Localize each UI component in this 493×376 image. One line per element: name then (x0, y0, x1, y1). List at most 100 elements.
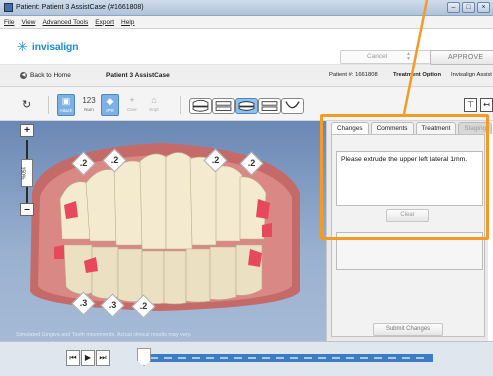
updown-arrows-icon: ▲ ▼ (406, 51, 411, 62)
maximize-button[interactable]: □ (462, 2, 475, 13)
stage-marker (234, 357, 242, 359)
numbering-tool[interactable]: 123 Num (80, 94, 98, 116)
panel-toggle-icon: ↤ (483, 100, 490, 109)
stage-marker (164, 357, 172, 359)
comment-textarea[interactable]: Please extrude the upper left lateral 1m… (336, 151, 483, 206)
ipr-value: .3 (79, 298, 88, 308)
approve-button[interactable]: APPROVE (430, 50, 493, 65)
playback-controls: ⏮ ▶ ⏭ (66, 350, 110, 366)
endpoint-label: Enpt (149, 107, 159, 112)
tab-treatment[interactable]: Treatment (415, 122, 457, 134)
ipr-value: .2 (211, 155, 220, 165)
submit-changes-button[interactable]: Submit Changes (373, 323, 443, 336)
front-view-icon (192, 99, 209, 112)
stage-marker (374, 357, 382, 359)
3d-viewport[interactable]: + 150% – .2 .2 .2 .2 .3 .3 .2 Simulated … (0, 121, 327, 341)
menu-bar: File View Advanced Tools Export Help (0, 16, 493, 29)
panel-toggle-button[interactable]: ↤ (480, 98, 493, 112)
patient-number: Patient #: 1661808 (329, 72, 378, 78)
stage-marker (416, 357, 424, 359)
lower-arch-view-button[interactable] (281, 98, 304, 114)
stage-marker (332, 357, 340, 359)
back-to-home-label: Back to Home (30, 72, 71, 79)
zoom-in-button[interactable]: + (20, 124, 34, 137)
toolbar-separator (48, 96, 49, 114)
zoom-slider-handle[interactable]: 150% (19, 159, 33, 187)
menu-help[interactable]: Help (121, 19, 134, 26)
menu-advanced-tools[interactable]: Advanced Tools (42, 19, 88, 26)
split-view-icon: ⊤ (467, 100, 474, 109)
zoom-level: 150% (19, 166, 26, 180)
dental-model-render (30, 143, 300, 311)
zoom-out-button[interactable]: – (20, 203, 34, 216)
menu-file[interactable]: File (4, 19, 14, 26)
back-to-home-link[interactable]: ◀ Back to Home (20, 72, 71, 79)
treatment-option-link[interactable]: Treatment Option (393, 72, 441, 78)
brand-bar: ✳ invisalign Cancel ▲ ▼ APPROVE (0, 29, 493, 65)
front-view-button[interactable] (189, 98, 212, 114)
invisalign-assist-label: Invisalign Assist (451, 72, 492, 78)
split-view-button[interactable]: ⊤ (464, 98, 477, 112)
cancel-select-label: Cancel (367, 53, 388, 60)
close-button[interactable]: × (477, 2, 490, 13)
overlay-tool[interactable]: + Over (123, 94, 141, 116)
attachments-tool[interactable]: ▣ Attach (57, 94, 75, 116)
occlusal-view-button[interactable] (235, 98, 258, 114)
endpoint-tool[interactable]: ⌂ Enpt (145, 94, 163, 116)
patient-nav-bar: ◀ Back to Home Patient 3 AssistCase Pati… (0, 65, 493, 87)
changes-panel: Changes Comments Treatment Staging Pleas… (326, 121, 493, 341)
timeline-track[interactable] (146, 354, 433, 362)
ipr-tool[interactable]: ◆ IPR (101, 94, 119, 116)
change-list-box[interactable] (336, 232, 483, 270)
logo-text: invisalign (31, 40, 79, 53)
stage-marker (388, 357, 396, 359)
right-view-button[interactable] (212, 98, 235, 114)
stage-marker (262, 357, 270, 359)
app-icon (4, 3, 13, 12)
tab-staging[interactable]: Staging (458, 122, 493, 134)
tab-changes[interactable]: Changes (331, 122, 369, 134)
stage-marker (178, 357, 186, 359)
play-icon: ▶ (84, 353, 92, 362)
ipr-value: .2 (139, 301, 148, 311)
attachments-label: Attach (59, 108, 73, 113)
stage-marker (304, 357, 312, 359)
stage-marker (402, 357, 410, 359)
cancel-select[interactable]: Cancel ▲ ▼ (340, 50, 440, 64)
ipr-value: .3 (108, 300, 117, 310)
window-controls: – □ × (447, 2, 490, 13)
staging-timeline: ⏮ ▶ ⏭ (0, 341, 493, 376)
menu-export[interactable]: Export (95, 19, 114, 26)
skip-end-icon: ⏭ (99, 353, 107, 362)
ipr-value: .2 (110, 155, 119, 165)
toolbar-separator (180, 96, 181, 114)
ipr-label: IPR (106, 108, 114, 113)
stage-marker (248, 357, 256, 359)
stage-marker (318, 357, 326, 359)
stage-marker (290, 357, 298, 359)
occlusal-view-icon (238, 101, 255, 111)
toolbar: ↻ ▣ Attach 123 Num ◆ IPR + Over ⌂ Enpt ⊤… (0, 87, 493, 121)
skip-to-start-button[interactable]: ⏮ (66, 350, 80, 366)
logo-star-icon: ✳ (17, 39, 28, 54)
stage-marker (192, 357, 200, 359)
window-title: Patient: Patient 3 AssistCase (#1661808) (16, 4, 144, 11)
numbering-label: Num (84, 107, 94, 112)
reset-view-icon[interactable]: ↻ (22, 98, 31, 111)
viewport-caption: Simulated Gingiva and Tooth movements. A… (16, 332, 192, 338)
overlay-label: Over (127, 107, 137, 112)
left-view-button[interactable] (258, 98, 281, 114)
timeline-scrubber[interactable] (137, 348, 151, 366)
tab-comments[interactable]: Comments (370, 122, 414, 134)
skip-to-end-button[interactable]: ⏭ (96, 350, 110, 366)
panel-tabs: Changes Comments Treatment Staging (331, 122, 493, 134)
play-button[interactable]: ▶ (81, 350, 95, 366)
stage-marker (346, 357, 354, 359)
ipr-value: .2 (79, 158, 88, 168)
menu-view[interactable]: View (21, 19, 35, 26)
right-view-icon (215, 101, 232, 111)
clear-button[interactable]: Clear (386, 209, 429, 222)
panel-body: Please extrude the upper left lateral 1m… (331, 134, 485, 337)
window-titlebar: Patient: Patient 3 AssistCase (#1661808)… (0, 0, 493, 16)
minimize-button[interactable]: – (447, 2, 460, 13)
